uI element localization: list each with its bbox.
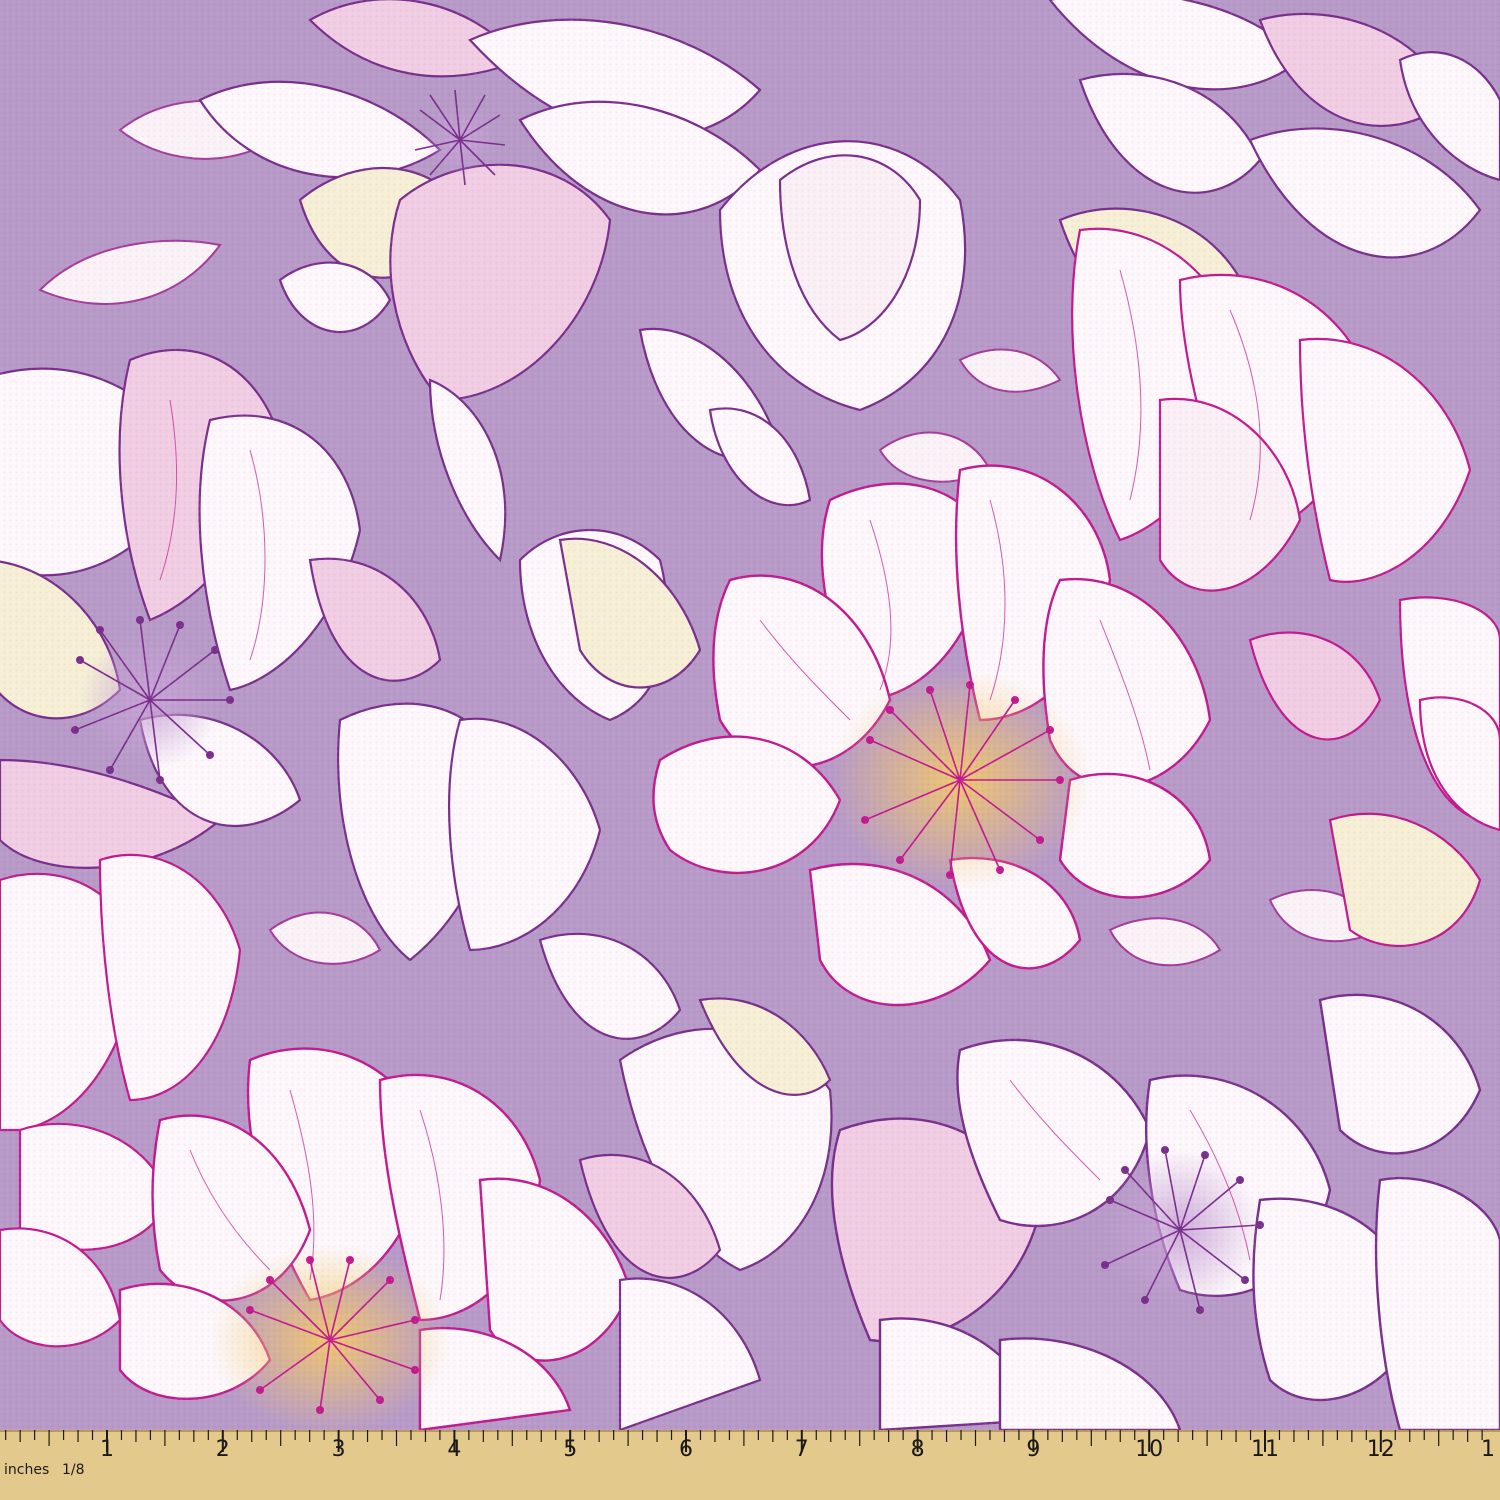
floral-fabric-pattern bbox=[0, 0, 1500, 1430]
ruler-number: 7 bbox=[795, 1437, 809, 1462]
ruler-unit-label: inches bbox=[4, 1462, 49, 1478]
ruler-number: 3 bbox=[332, 1437, 346, 1462]
ruler-number: 8 bbox=[911, 1437, 925, 1462]
fabric-weave-texture bbox=[0, 0, 1500, 1430]
ruler-number: 4 bbox=[447, 1437, 461, 1462]
ruler-number: 12 bbox=[1367, 1437, 1395, 1462]
ruler-number: 9 bbox=[1026, 1437, 1040, 1462]
ruler-number: 2 bbox=[216, 1437, 230, 1462]
product-photo: 1 2 3 4 5 6 7 8 9 10 11 12 1 inches 1/8 bbox=[0, 0, 1500, 1500]
ruler-number: 1 bbox=[100, 1437, 114, 1462]
ruler-number: 1 bbox=[1481, 1437, 1495, 1462]
ruler-number: 11 bbox=[1251, 1437, 1279, 1462]
measuring-ruler: 1 2 3 4 5 6 7 8 9 10 11 12 1 inches 1/8 bbox=[0, 1430, 1500, 1500]
ruler-number: 5 bbox=[563, 1437, 577, 1462]
ruler-number: 6 bbox=[679, 1437, 693, 1462]
ruler-number: 10 bbox=[1135, 1437, 1163, 1462]
ruler-fraction-label: 1/8 bbox=[62, 1462, 85, 1478]
